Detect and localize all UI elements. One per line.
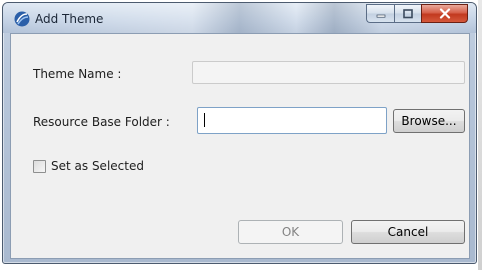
window-title: Add Theme — [35, 12, 104, 26]
set-as-selected-checkbox[interactable] — [33, 160, 46, 173]
browse-button[interactable]: Browse... — [393, 109, 465, 133]
title-bar[interactable]: Add Theme — [3, 3, 476, 33]
set-as-selected-label[interactable]: Set as Selected — [51, 159, 144, 173]
minimize-icon — [376, 14, 385, 18]
resource-base-folder-label: Resource Base Folder : — [33, 115, 170, 129]
ok-button[interactable]: OK — [238, 220, 343, 244]
add-theme-dialog: Add Theme Theme Name : Resource Base Fol… — [2, 2, 477, 264]
window-controls — [366, 4, 468, 23]
cancel-button[interactable]: Cancel — [351, 220, 465, 244]
theme-name-field[interactable] — [192, 61, 465, 84]
close-icon — [439, 8, 450, 19]
background-edge — [478, 0, 482, 270]
resource-base-folder-field[interactable] — [197, 107, 387, 134]
close-button[interactable] — [421, 4, 468, 23]
maximize-button[interactable] — [394, 4, 421, 23]
theme-name-label: Theme Name : — [33, 67, 122, 81]
dialog-content: Theme Name : Resource Base Folder : Brow… — [10, 33, 470, 259]
text-caret — [204, 113, 205, 127]
maximize-icon — [403, 8, 413, 18]
cancel-button-label: Cancel — [387, 225, 429, 239]
ok-button-label: OK — [281, 225, 300, 239]
browse-button-label: Browse... — [401, 114, 457, 128]
eclipse-app-icon — [14, 11, 30, 27]
minimize-button[interactable] — [366, 4, 394, 23]
